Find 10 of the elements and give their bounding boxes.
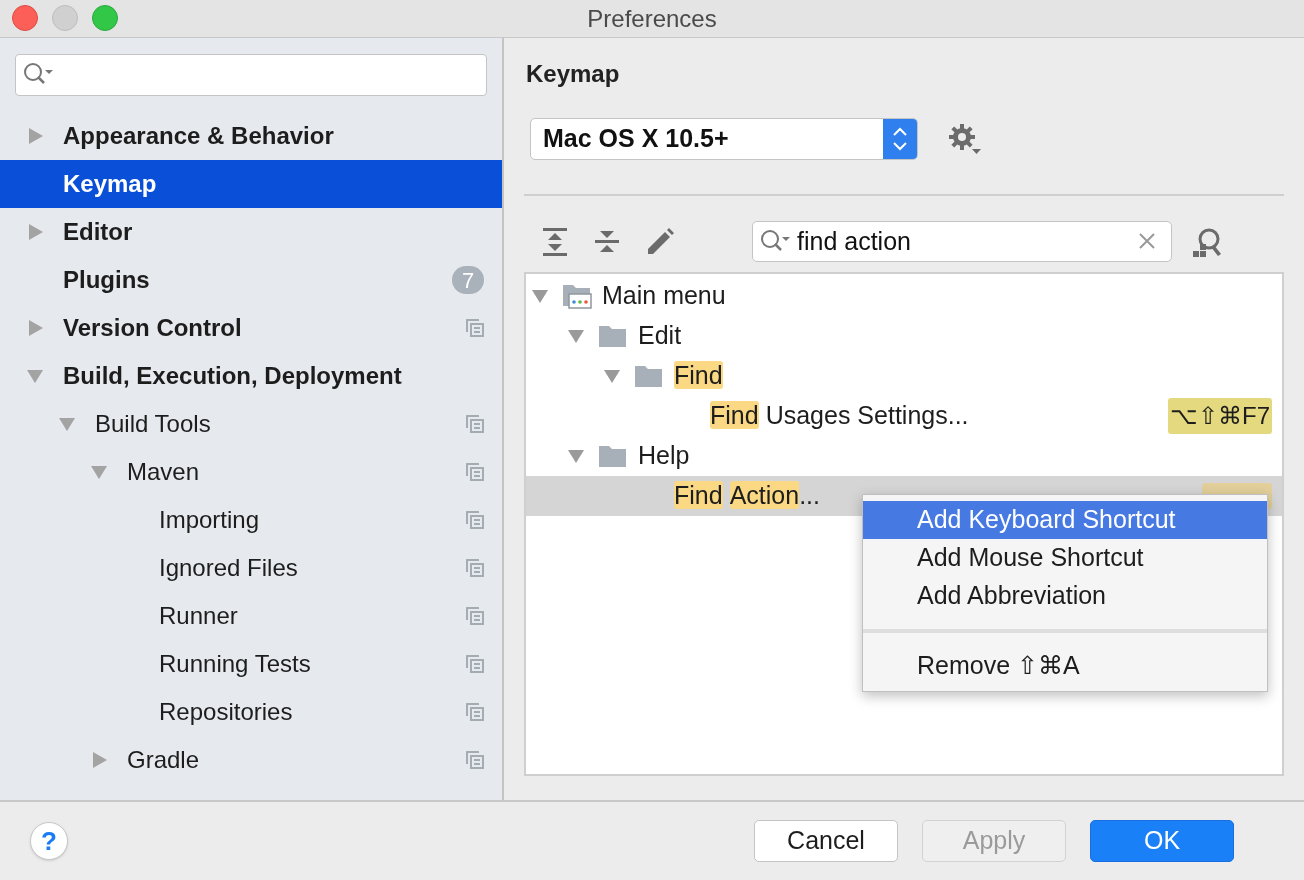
node-label: Find Action... [674, 480, 820, 512]
node-label: Edit [638, 320, 682, 352]
count-badge: 7 [452, 266, 484, 294]
node-label: Find [674, 360, 723, 392]
node-label: Find Usages Settings... [710, 400, 969, 432]
node-label: Main menu [602, 280, 726, 312]
shortcut-badge: ⌥⇧⌘F7 [1168, 398, 1272, 434]
panel-title: Keymap [526, 59, 620, 89]
node-label: Help [638, 440, 690, 472]
window-title: Preferences [587, 3, 717, 34]
